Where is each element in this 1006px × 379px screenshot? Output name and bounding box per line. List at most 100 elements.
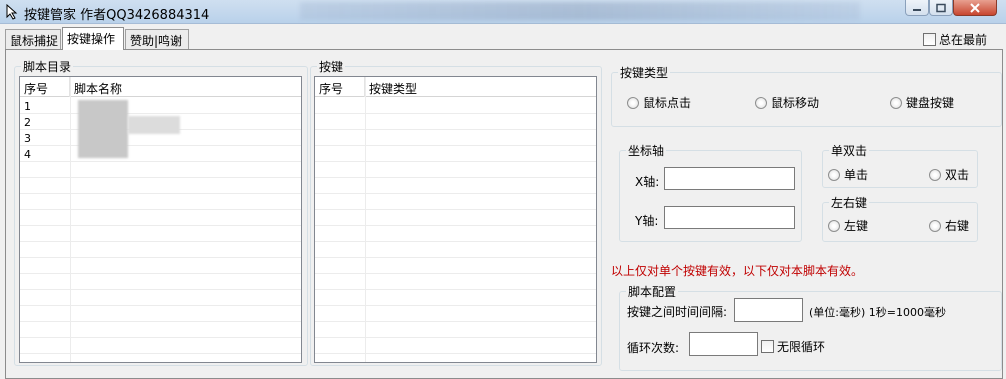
keys-list-rows [315,98,596,362]
maximize-button[interactable] [929,0,953,16]
empty-row [20,354,301,362]
infinite-loop-box[interactable] [761,340,774,353]
coordinates-title: 坐标轴 [626,142,667,159]
row-index: 4 [24,148,31,161]
loop-count-label: 循环次数: [627,341,680,355]
empty-row [315,242,596,258]
y-axis-label: Y轴: [635,214,659,228]
empty-row [315,210,596,226]
empty-row [315,194,596,210]
loop-count-input[interactable] [689,332,758,356]
x-axis-input[interactable] [664,167,795,190]
script-list-rows: 1 2 3 4 [20,98,301,362]
infinite-loop-checkbox[interactable]: 无限循环 [761,338,825,355]
scope-note: 以上仅对单个按键有效，以下仅对本脚本有效。 [611,264,864,278]
empty-row [315,178,596,194]
radio-button[interactable] [890,96,902,109]
column-header-key-type[interactable]: 按键类型 [365,77,596,97]
always-on-top-label: 总在最前 [939,33,988,47]
empty-row [20,178,301,194]
script-config-title: 脚本配置 [626,283,679,300]
interval-input[interactable] [734,298,803,322]
empty-row [315,274,596,290]
table-row[interactable]: 1 [20,98,301,114]
keys-list[interactable]: 序号 按键类型 [314,76,597,363]
maximize-icon [936,3,946,12]
empty-row [20,194,301,210]
radio-button[interactable] [828,219,840,232]
radio-right-button-label: 右键 [945,219,970,233]
empty-row [315,114,596,130]
tab-sponsor-thanks[interactable]: 赞助|鸣谢 [125,29,189,49]
empty-row [20,242,301,258]
empty-row [315,258,596,274]
radio-mouse-move[interactable]: 鼠标移动 [755,94,819,111]
empty-row [20,274,301,290]
empty-row [20,162,301,178]
radio-button[interactable] [929,219,941,232]
radio-right-button[interactable]: 右键 [929,217,969,234]
script-list[interactable]: 序号 脚本名称 1 2 3 4 [19,76,302,363]
empty-row [315,130,596,146]
row-index: 2 [24,116,31,129]
radio-mouse-click-label: 鼠标点击 [643,96,692,110]
radio-single-click[interactable]: 单击 [828,166,868,183]
empty-row [20,258,301,274]
interval-label: 按键之间时间间隔: [627,305,728,319]
column-header-index[interactable]: 序号 [20,77,70,97]
blurred-script-names [128,116,180,134]
always-on-top-box[interactable] [923,33,936,46]
click-mode-title: 单双击 [829,142,870,159]
radio-double-click-label: 双击 [945,168,970,182]
empty-row [315,354,596,362]
empty-row [315,162,596,178]
key-type-title: 按键类型 [618,64,671,81]
empty-row [315,98,596,114]
empty-row [315,290,596,306]
radio-button[interactable] [828,168,840,181]
empty-row [20,210,301,226]
empty-row [20,306,301,322]
close-button[interactable] [953,0,997,16]
script-directory-title: 脚本目录 [21,58,74,75]
radio-button[interactable] [755,96,767,109]
infinite-loop-label: 无限循环 [777,340,826,354]
title-bar: 按键管家 作者QQ3426884314 [0,0,1006,24]
tab-mouse-capture[interactable]: 鼠标捕捉 [5,29,61,49]
empty-row [315,322,596,338]
radio-button[interactable] [627,96,639,109]
radio-button[interactable] [929,168,941,181]
radio-mouse-move-label: 鼠标移动 [771,96,820,110]
blurred-background [300,2,860,20]
minimize-button[interactable] [905,0,929,16]
column-header-index[interactable]: 序号 [315,77,365,97]
radio-left-button[interactable]: 左键 [828,217,868,234]
radio-keyboard-key[interactable]: 键盘按键 [890,94,954,111]
x-axis-label: X轴: [635,175,660,189]
empty-row [315,306,596,322]
radio-double-click[interactable]: 双击 [929,166,969,183]
radio-left-button-label: 左键 [844,219,869,233]
column-header-script-name[interactable]: 脚本名称 [70,77,301,97]
script-list-header: 序号 脚本名称 [20,77,301,97]
empty-row [20,338,301,354]
empty-row [20,322,301,338]
cursor-icon [5,3,21,20]
tab-key-operation[interactable]: 按键操作 [62,27,124,50]
window-title: 按键管家 作者QQ3426884314 [24,8,210,23]
empty-row [20,226,301,242]
radio-mouse-click[interactable]: 鼠标点击 [627,94,691,111]
keys-list-header: 序号 按键类型 [315,77,596,97]
table-row[interactable]: 4 [20,146,301,162]
blurred-script-names [78,100,128,158]
empty-row [20,290,301,306]
always-on-top-checkbox[interactable]: 总在最前 [923,31,987,48]
radio-keyboard-key-label: 键盘按键 [906,96,955,110]
y-axis-input[interactable] [664,206,795,229]
row-index: 3 [24,132,31,145]
empty-row [315,338,596,354]
empty-row [315,146,596,162]
minimize-icon [913,8,921,11]
row-index: 1 [24,100,31,113]
interval-unit-text: (单位:毫秒) 1秒=1000毫秒 [809,306,946,319]
